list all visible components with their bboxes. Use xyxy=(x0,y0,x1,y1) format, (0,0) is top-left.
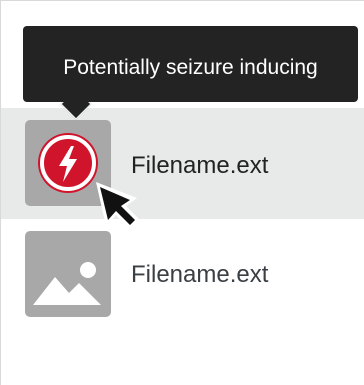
image-placeholder-icon xyxy=(33,262,101,305)
arrow-pointer-icon xyxy=(96,182,140,230)
tooltip-text: Potentially seizure inducing xyxy=(63,56,318,79)
file-list-item[interactable]: Filename.ext xyxy=(1,108,364,219)
tooltip: Potentially seizure inducing xyxy=(23,26,358,102)
file-name: Filename.ext xyxy=(131,152,269,179)
file-list-item[interactable]: Filename.ext xyxy=(1,219,364,330)
file-name: Filename.ext xyxy=(131,261,269,288)
file-thumbnail[interactable] xyxy=(25,231,111,317)
